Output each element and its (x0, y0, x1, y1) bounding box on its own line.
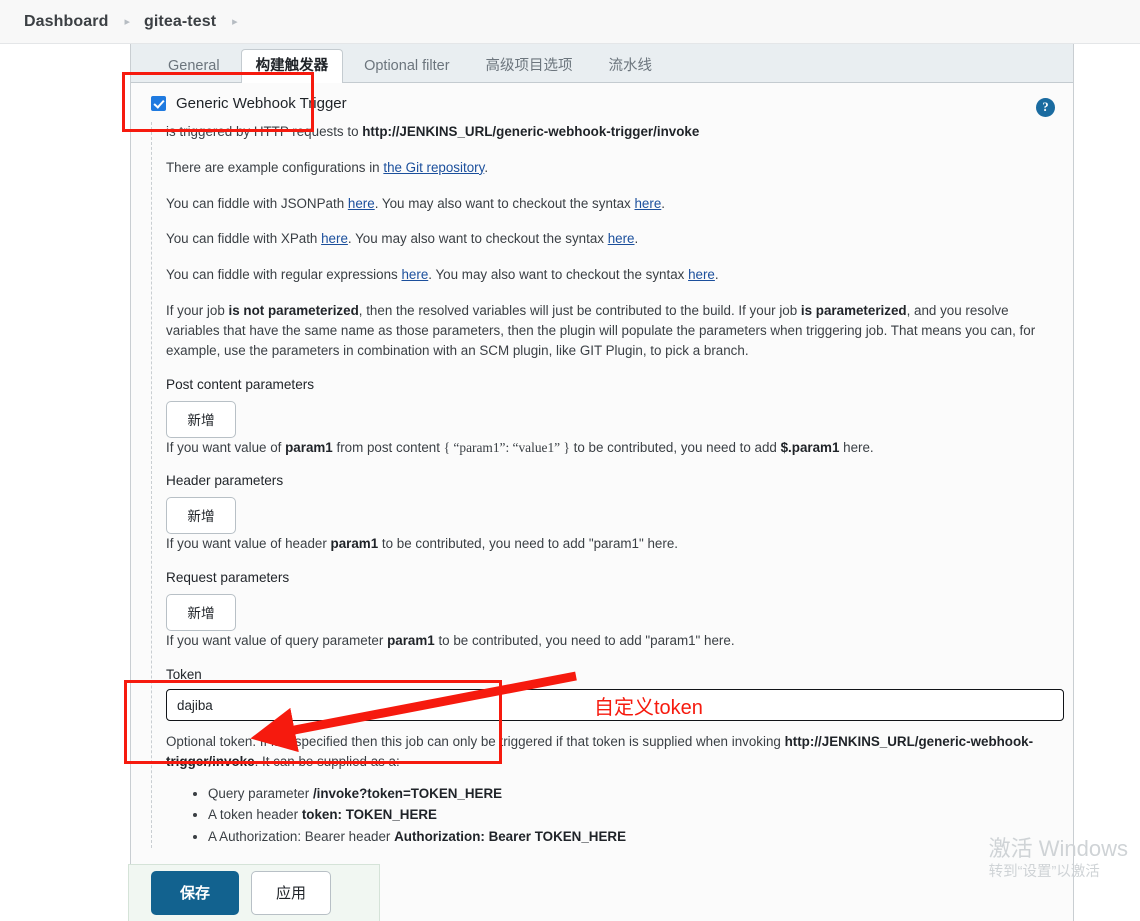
post-content-parameters-label: Post content parameters (166, 376, 315, 392)
fiddle-jsonpath-mid: . You may also want to checkout the synt… (374, 195, 635, 211)
post-content-hint-p2: from post content (332, 439, 444, 455)
parameterized-b2: is parameterized (800, 303, 907, 319)
regex-syntax-here-link[interactable]: here (688, 267, 715, 282)
trigger-details: is triggered by HTTP requests to http://… (151, 122, 1073, 848)
bullet-1-bold: token: TOKEN_HERE (301, 807, 437, 823)
breadcrumb-item-gitea-test[interactable]: gitea-test (144, 13, 216, 31)
header-parameters-label: Header parameters (166, 473, 284, 489)
request-parameters-label: Request parameters (166, 570, 290, 586)
token-desc-p1: Optional token. If it is specified then … (166, 734, 785, 750)
breadcrumb-trailing-separator-icon[interactable]: ▸ (232, 15, 238, 28)
post-content-hint-p4: here. (839, 439, 874, 455)
parameterized-p1: If your job (166, 303, 229, 319)
breadcrumb-separator-icon: ▸ (124, 16, 131, 28)
app-root: Dashboard ▸ gitea-test ▸ General 构建触发器 O… (0, 0, 1140, 921)
apply-button[interactable]: 应用 (251, 871, 332, 915)
example-configs-prefix: There are example configurations in (166, 159, 384, 175)
list-item: A Authorization: Bearer header Authoriza… (208, 826, 1073, 848)
fiddle-regex-mid: . You may also want to checkout the synt… (428, 267, 689, 283)
config-tab-bar: General 构建触发器 Optional filter 高级项目选项 流水线 (131, 44, 1073, 83)
example-configs-line: There are example configurations in the … (166, 158, 1073, 178)
example-configs-suffix: . (484, 159, 489, 175)
parameterized-p2: , then the resolved variables will just … (358, 303, 801, 319)
save-action-bar: 保存 应用 (128, 864, 380, 921)
token-supply-methods-list: Query parameter /invoke?token=TOKEN_HERE… (166, 783, 1073, 848)
bullet-1-prefix: A token header (208, 807, 302, 823)
jsonpath-here-link[interactable]: here (348, 196, 375, 211)
breadcrumb-item-dashboard[interactable]: Dashboard (24, 13, 108, 31)
bullet-0-prefix: Query parameter (208, 785, 313, 801)
help-icon[interactable]: ? (1036, 98, 1055, 117)
post-content-hint-code: { “param1”: “value1” } (443, 439, 570, 455)
windows-activation-watermark: 激活 Windows 转到“设置”以激活 (989, 836, 1128, 882)
invoke-url-value: http://JENKINS_URL/generic-webhook-trigg… (362, 124, 700, 139)
jsonpath-syntax-here-link[interactable]: here (634, 196, 661, 211)
generic-webhook-trigger-label: Generic Webhook Trigger (176, 95, 347, 112)
xpath-here-link[interactable]: here (321, 231, 348, 246)
config-panel: General 构建触发器 Optional filter 高级项目选项 流水线… (130, 44, 1074, 921)
config-panel-body: Generic Webhook Trigger is triggered by … (131, 83, 1073, 921)
header-parameters-hint: If you want value of header param1 to be… (166, 534, 1073, 554)
invoke-url-prefix: is triggered by HTTP requests to (166, 124, 363, 139)
post-content-hint-b1: param1 (285, 439, 333, 455)
bullet-2-bold: Authorization: Bearer TOKEN_HERE (394, 829, 626, 845)
request-hint-p1: If you want value of query parameter (166, 633, 388, 649)
invoke-url-line: is triggered by HTTP requests to http://… (166, 122, 1073, 142)
header-hint-b1: param1 (330, 536, 379, 552)
save-button[interactable]: 保存 (151, 871, 240, 915)
tab-build-triggers[interactable]: 构建触发器 (240, 48, 344, 83)
request-parameters-hint: If you want value of query parameter par… (166, 631, 1073, 651)
post-content-parameters-hint: If you want value of param1 from post co… (166, 438, 1073, 458)
tab-pipeline[interactable]: 流水线 (594, 49, 668, 84)
token-description: Optional token. If it is specified then … (166, 732, 1073, 772)
list-item: A token header token: TOKEN_HERE (208, 804, 1073, 826)
header-parameters-add-button[interactable]: 新增 (166, 497, 236, 535)
header-hint-p1: If you want value of header (166, 536, 331, 552)
fiddle-xpath-suffix: . (634, 231, 639, 247)
request-hint-b1: param1 (387, 633, 435, 649)
generic-webhook-trigger-row[interactable]: Generic Webhook Trigger (131, 83, 1073, 122)
xpath-syntax-here-link[interactable]: here (608, 231, 635, 246)
fiddle-jsonpath-suffix: . (661, 195, 666, 211)
fiddle-xpath-line: You can fiddle with XPath here. You may … (166, 229, 1073, 249)
request-parameters-add-button[interactable]: 新增 (166, 594, 236, 632)
git-repository-link[interactable]: the Git repository (383, 160, 484, 175)
generic-webhook-trigger-checkbox[interactable] (151, 96, 166, 111)
fiddle-xpath-mid: . You may also want to checkout the synt… (347, 231, 608, 247)
tab-optional-filter[interactable]: Optional filter (349, 49, 464, 84)
fiddle-regex-line: You can fiddle with regular expressions … (166, 265, 1073, 285)
request-hint-p2: to be contributed, you need to add "para… (434, 633, 735, 649)
bullet-2-prefix: A Authorization: Bearer header (208, 829, 395, 845)
watermark-line-1: 激活 Windows (988, 836, 1128, 861)
list-item: Query parameter /invoke?token=TOKEN_HERE (208, 783, 1073, 805)
regex-here-link[interactable]: here (401, 267, 428, 282)
tab-advanced-project-options[interactable]: 高级项目选项 (471, 49, 588, 84)
post-content-hint-p3: to be contributed, you need to add (569, 439, 781, 455)
header-hint-p2: to be contributed, you need to add "para… (378, 536, 678, 552)
tab-general[interactable]: General (153, 49, 235, 84)
token-label: Token (166, 667, 202, 683)
post-content-hint-p1: If you want value of (166, 439, 286, 455)
bullet-0-bold: /invoke?token=TOKEN_HERE (312, 785, 503, 801)
annotation-text-custom-token: 自定义token (594, 697, 703, 719)
breadcrumb: Dashboard ▸ gitea-test ▸ (0, 0, 1140, 44)
fiddle-xpath-prefix: You can fiddle with XPath (166, 231, 322, 247)
watermark-line-2: 转到“设置”以激活 (988, 864, 1100, 880)
token-desc-p2: . It can be supplied as a: (254, 753, 400, 769)
fiddle-jsonpath-line: You can fiddle with JSONPath here. You m… (166, 194, 1073, 214)
post-content-hint-b2: $.param1 (780, 439, 840, 455)
parameterized-paragraph: If your job is not parameterized, then t… (166, 301, 1073, 360)
fiddle-regex-suffix: . (714, 267, 719, 283)
post-content-parameters-add-button[interactable]: 新增 (166, 400, 236, 438)
fiddle-jsonpath-prefix: You can fiddle with JSONPath (166, 195, 348, 211)
fiddle-regex-prefix: You can fiddle with regular expressions (166, 267, 402, 283)
parameterized-b1: is not parameterized (228, 303, 359, 319)
